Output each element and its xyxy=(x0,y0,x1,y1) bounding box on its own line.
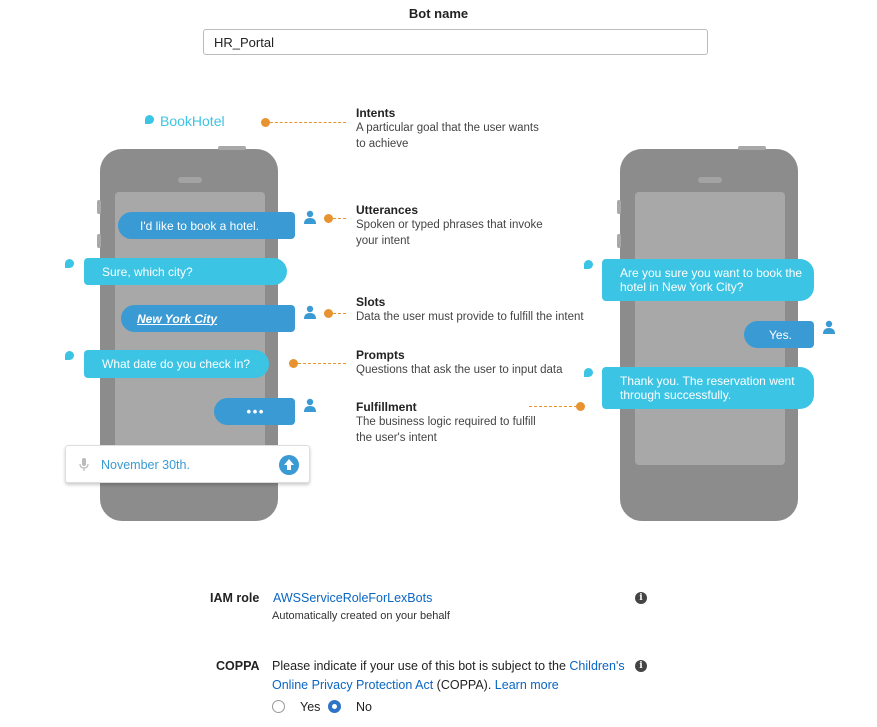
intents-title: Intents xyxy=(356,106,396,120)
coppa-info-icon[interactable]: i xyxy=(635,660,647,672)
prompts-title: Prompts xyxy=(356,348,405,362)
coppa-act-link[interactable]: Online Privacy Protection Act xyxy=(272,678,433,692)
intents-desc-1: A particular goal that the user wants xyxy=(356,122,539,134)
fulfillment-label: Fulfillment The business logic required … xyxy=(356,400,536,446)
utterances-label: Utterances Spoken or typed phrases that … xyxy=(356,203,543,249)
right-phone-speaker xyxy=(698,177,722,183)
chat-input-text: November 30th. xyxy=(101,458,190,472)
slot-bubble: New York City xyxy=(121,305,295,332)
utterances-title: Utterances xyxy=(356,203,419,217)
iam-role-info-icon[interactable]: i xyxy=(635,592,647,604)
right-phone-top-button xyxy=(738,146,766,150)
bot-icon xyxy=(65,259,74,268)
microphone-icon[interactable] xyxy=(79,458,89,472)
coppa-yes-label[interactable]: Yes xyxy=(300,700,320,714)
intents-label: Intents A particular goal that the user … xyxy=(356,106,539,152)
coppa-childrens-link[interactable]: Children's xyxy=(569,659,624,673)
intent-chip: BookHotel xyxy=(160,113,225,129)
prompts-connector-line xyxy=(298,363,346,364)
user-icon xyxy=(304,398,316,412)
bot-fulfillment-line-2: through successfully. xyxy=(620,388,732,402)
utterances-desc-2: your intent xyxy=(356,235,410,247)
utterances-desc-1: Spoken or typed phrases that invoke xyxy=(356,219,543,231)
bot-date-prompt-bubble: What date do you check in? xyxy=(84,350,269,378)
slots-connector-dot xyxy=(324,309,333,318)
typing-bubble: • • • xyxy=(214,398,295,425)
bot-icon xyxy=(584,368,593,377)
left-phone-speaker xyxy=(178,177,202,183)
slots-connector-line xyxy=(333,313,346,314)
bot-fulfillment-bubble: Thank you. The reservation went through … xyxy=(602,367,814,409)
user-icon xyxy=(304,210,316,224)
iam-role-label: IAM role xyxy=(210,591,260,605)
prompts-connector-dot xyxy=(289,359,298,368)
intents-connector-line xyxy=(270,122,346,123)
coppa-no-radio[interactable] xyxy=(328,700,341,713)
typing-dots: • • • xyxy=(246,404,264,419)
left-phone-side-button-2 xyxy=(97,234,101,248)
iam-role-help: Automatically created on your behalf xyxy=(272,610,450,622)
fulfillment-connector-line xyxy=(529,406,577,407)
bot-icon xyxy=(584,260,593,269)
left-phone-side-button xyxy=(97,200,101,214)
right-phone-side-button xyxy=(617,200,621,214)
fulfillment-desc-1: The business logic required to fulfill xyxy=(356,416,536,428)
slots-title: Slots xyxy=(356,295,386,309)
coppa-text-2: (COPPA). xyxy=(436,678,492,692)
utterances-connector-line xyxy=(333,218,346,219)
bot-icon xyxy=(65,351,74,360)
slots-desc-1: Data the user must provide to fulfill th… xyxy=(356,311,584,323)
prompts-desc-1: Questions that ask the user to input dat… xyxy=(356,364,563,376)
left-phone-top-button xyxy=(218,146,246,150)
coppa-yes-radio[interactable] xyxy=(272,700,285,713)
bot-confirm-line-2: hotel in New York City? xyxy=(620,280,744,294)
coppa-text-1: Please indicate if your use of this bot … xyxy=(272,659,566,673)
user-icon xyxy=(304,305,316,319)
coppa-line-2: Online Privacy Protection Act (COPPA). L… xyxy=(272,678,559,692)
slots-label: Slots Data the user must provide to fulf… xyxy=(356,295,584,325)
bot-confirm-line-1: Are you sure you want to book the xyxy=(620,266,803,280)
bot-confirm-bubble: Are you sure you want to book the hotel … xyxy=(602,259,814,301)
user-yes-bubble: Yes. xyxy=(744,321,814,348)
utterance-bubble: I'd like to book a hotel. xyxy=(118,212,295,239)
coppa-no-label[interactable]: No xyxy=(356,700,372,714)
utterances-connector-dot xyxy=(324,214,333,223)
prompts-label: Prompts Questions that ask the user to i… xyxy=(356,348,563,378)
fulfillment-desc-2: the user's intent xyxy=(356,432,437,444)
iam-role-link[interactable]: AWSServiceRoleForLexBots xyxy=(273,591,432,605)
fulfillment-connector-dot xyxy=(576,402,585,411)
coppa-learn-more-link[interactable]: Learn more xyxy=(495,678,559,692)
bot-name-label: Bot name xyxy=(408,6,469,21)
bot-city-prompt-bubble: Sure, which city? xyxy=(84,258,287,285)
chat-input-box[interactable]: November 30th. xyxy=(65,445,310,483)
right-phone-side-button-2 xyxy=(617,234,621,248)
intents-desc-2: to achieve xyxy=(356,138,409,150)
coppa-line-1: Please indicate if your use of this bot … xyxy=(272,659,625,673)
intent-chat-icon xyxy=(145,115,154,124)
send-icon[interactable] xyxy=(279,455,299,475)
slot-value: New York City xyxy=(137,311,218,326)
fulfillment-title: Fulfillment xyxy=(356,400,417,414)
user-icon xyxy=(823,320,835,334)
intents-connector-dot xyxy=(261,118,270,127)
bot-fulfillment-line-1: Thank you. The reservation went xyxy=(620,374,795,388)
bot-name-input[interactable] xyxy=(203,29,708,55)
coppa-label: COPPA xyxy=(216,659,260,673)
